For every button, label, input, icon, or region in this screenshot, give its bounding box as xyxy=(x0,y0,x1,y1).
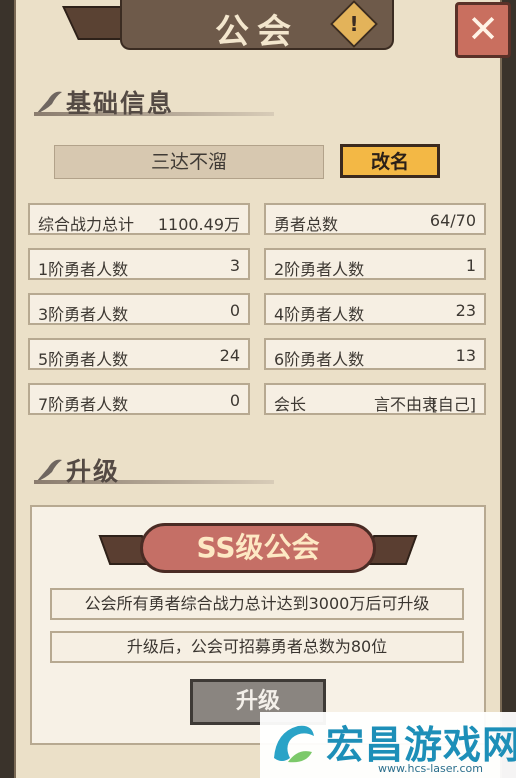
stat-tier1: 1阶勇者人数 3 xyxy=(28,248,250,280)
upgrade-condition: 公会所有勇者综合战力总计达到3000万后可升级 xyxy=(50,588,464,620)
stat-guild-leader: 会长 言不由衷 [自己] xyxy=(264,383,486,415)
stat-tier6: 6阶勇者人数 13 xyxy=(264,338,486,370)
stat-value: 23 xyxy=(455,301,476,320)
watermark-url: www.hcs-laser.com xyxy=(378,762,483,775)
close-button[interactable]: ✕ xyxy=(455,2,511,58)
close-icon: ✕ xyxy=(467,7,499,51)
stat-value: 1 xyxy=(465,256,476,275)
stat-tier4: 4阶勇者人数 23 xyxy=(264,293,486,325)
stat-value: 3 xyxy=(229,256,240,275)
upgrade-benefit: 升级后，公会可招募勇者总数为80位 xyxy=(50,631,464,663)
stat-tier7: 7阶勇者人数 0 xyxy=(28,383,250,415)
stat-label: 4阶勇者人数 xyxy=(274,305,365,324)
stat-label: 3阶勇者人数 xyxy=(38,305,129,324)
stat-tier5: 5阶勇者人数 24 xyxy=(28,338,250,370)
stat-label: 会长 xyxy=(274,395,307,414)
section-title: 基础信息 xyxy=(66,89,175,118)
rank-banner: SS级公会 xyxy=(98,523,418,573)
guild-name-field: 三达不溜 xyxy=(54,145,324,179)
stat-total-power: 综合战力总计 1100.49万 xyxy=(28,203,250,235)
stat-value: 24 xyxy=(219,346,240,365)
stat-tier3: 3阶勇者人数 0 xyxy=(28,293,250,325)
panel-frame-left xyxy=(0,0,14,778)
stat-tier2: 2阶勇者人数 1 xyxy=(264,248,486,280)
stat-value: 13 xyxy=(455,346,476,365)
stat-value: 64/70 xyxy=(429,211,476,230)
leader-name: 言不由衷 xyxy=(373,395,438,414)
panel-frame-right xyxy=(502,0,516,778)
stat-label: 综合战力总计 xyxy=(38,215,135,234)
stat-value: 0 xyxy=(229,391,240,410)
stat-value: 0 xyxy=(229,301,240,320)
guild-panel: 公会 ! ✕ 基础信息 三达不溜 改名 综合战力总计 1100.49万 勇者总数… xyxy=(0,0,516,778)
stat-label: 6阶勇者人数 xyxy=(274,350,365,369)
leader-self-tag: [自己] xyxy=(431,395,477,414)
rename-button[interactable]: 改名 xyxy=(340,144,440,178)
stat-value: 1100.49万 xyxy=(157,215,240,234)
watermark-title: 宏昌游戏网 xyxy=(326,723,516,767)
stat-label: 7阶勇者人数 xyxy=(38,395,129,414)
stat-label: 勇者总数 xyxy=(274,215,339,234)
section-basic-info: 基础信息 xyxy=(34,84,294,120)
watermark: 宏昌游戏网 www.hcs-laser.com xyxy=(260,712,516,778)
stat-label: 2阶勇者人数 xyxy=(274,260,365,279)
stat-total-heroes: 勇者总数 64/70 xyxy=(264,203,486,235)
section-title: 升级 xyxy=(66,457,121,486)
rank-badge: SS级公会 xyxy=(140,523,376,573)
stat-label: 5阶勇者人数 xyxy=(38,350,129,369)
guild-name-row: 三达不溜 改名 xyxy=(54,144,446,179)
stat-label: 1阶勇者人数 xyxy=(38,260,129,279)
exclamation-icon: ! xyxy=(349,12,359,36)
section-upgrade: 升级 xyxy=(34,452,294,488)
rank-label: SS级公会 xyxy=(196,531,320,564)
dragon-logo-icon xyxy=(274,725,314,763)
